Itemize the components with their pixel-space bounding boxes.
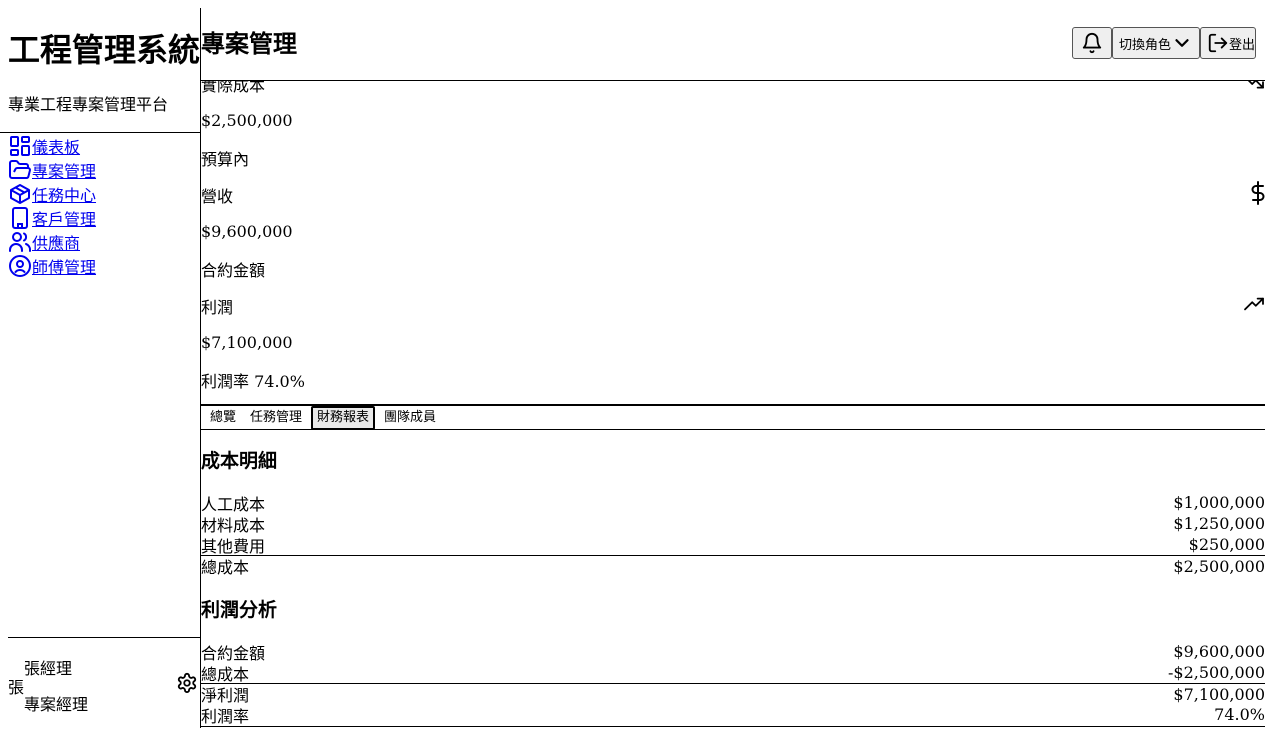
cost-row-label: 其他費用 [201, 536, 266, 556]
sidebar-item-tasks[interactable]: 任務中心 [8, 182, 96, 206]
profit-row: 總成本 -$2,500,000 [201, 662, 1265, 684]
chevron-down-icon [1175, 39, 1189, 47]
sidebar-item-label[interactable]: 任務中心 [32, 182, 96, 206]
sidebar-item-suppliers[interactable]: 供應商 [8, 230, 96, 254]
stat-note-profit: 利潤率 74.0% [201, 372, 305, 391]
bell-icon [1082, 33, 1102, 54]
sidebar: 工程管理系統 專業工程專案管理平台 儀表板 專案管理 任務中心 客戶管理 供應商… [0, 0, 201, 736]
dashboard-icon [10, 136, 30, 156]
sidebar-item-workers[interactable]: 師傅管理 [8, 254, 96, 278]
profit-margin-value: 74.0% [1214, 705, 1265, 724]
trending-up-icon [1244, 297, 1264, 311]
cost-row: 其他費用 $250,000 [201, 534, 1265, 556]
tab-finance[interactable]: 財務報表 [311, 406, 376, 430]
notifications-button[interactable] [1072, 27, 1112, 59]
logout-label: 登出 [1229, 37, 1256, 53]
stats-panel: 實際成本 $2,500,000 預算內 營收 $9,600,000 合約金額 利… [201, 81, 1265, 404]
user-name: 張經理 [24, 659, 73, 678]
stat-note-revenue: 合約金額 [201, 261, 266, 280]
header-actions: 切換角色 登出 [1072, 27, 1257, 59]
logout-button[interactable]: 登出 [1200, 27, 1257, 59]
cost-breakdown-title: 成本明細 [201, 450, 278, 472]
trending-down-icon [1247, 81, 1264, 89]
sidebar-nav: 儀表板 專案管理 任務中心 客戶管理 供應商 師傅管理 [8, 134, 96, 278]
stat-note-actual-cost: 預算內 [201, 150, 250, 169]
profit-margin-label: 利潤率 [201, 706, 250, 726]
switch-role-button[interactable]: 切換角色 [1112, 27, 1201, 59]
sidebar-footer-divider [8, 637, 201, 638]
report-bottom-divider [201, 726, 1265, 727]
tab-tasks[interactable]: 任務管理 [245, 407, 308, 429]
stat-label-revenue: 營收 [201, 187, 234, 206]
switch-role-label: 切換角色 [1119, 37, 1172, 53]
user-role: 專案經理 [24, 695, 89, 714]
app-title: 工程管理系統 [8, 31, 201, 69]
box-icon [10, 184, 30, 204]
avatar: 張 [8, 678, 25, 697]
gear-icon[interactable] [176, 672, 198, 694]
sidebar-item-label[interactable]: 專案管理 [32, 158, 96, 182]
tab-team[interactable]: 團隊成員 [379, 407, 442, 429]
stat-label-actual-cost: 實際成本 [201, 81, 266, 95]
cost-total-value: $2,500,000 [1173, 556, 1265, 576]
stat-value-actual-cost: $2,500,000 [201, 111, 293, 130]
profit-row-value: -$2,500,000 [1167, 663, 1265, 682]
logout-icon [1208, 33, 1228, 53]
cost-row-value: $1,250,000 [1173, 514, 1265, 533]
stat-value-profit: $7,100,000 [201, 333, 293, 352]
page-title: 專案管理 [201, 29, 297, 58]
cost-total-label: 總成本 [201, 558, 250, 577]
sidebar-item-dashboard[interactable]: 儀表板 [8, 134, 96, 158]
project-tabs: 總覽 任務管理 財務報表 團隊成員 [201, 406, 1265, 430]
folder-icon [9, 160, 31, 179]
user-circle-icon [9, 255, 31, 277]
stat-value-revenue: $9,600,000 [201, 222, 293, 241]
sidebar-item-label[interactable]: 師傅管理 [32, 254, 96, 278]
net-profit-row: 淨利潤 $7,100,000 [201, 683, 1265, 705]
cost-row-value: $250,000 [1188, 535, 1265, 554]
profit-margin-row: 利潤率 74.0% [201, 704, 1265, 726]
cost-row-value: $1,000,000 [1173, 493, 1265, 512]
profit-row-value: $9,600,000 [1173, 642, 1265, 661]
cost-row: 人工成本 $1,000,000 [201, 492, 1265, 514]
sidebar-item-label[interactable]: 儀表板 [32, 134, 80, 158]
app-subtitle: 專業工程專案管理平台 [8, 95, 169, 114]
net-profit-value: $7,100,000 [1173, 684, 1265, 704]
sidebar-divider [0, 132, 201, 133]
profit-analysis-title: 利潤分析 [201, 599, 278, 621]
dollar-icon [1251, 181, 1265, 205]
users-icon [9, 232, 31, 252]
sidebar-item-projects[interactable]: 專案管理 [8, 158, 96, 182]
sidebar-item-label[interactable]: 供應商 [32, 230, 80, 254]
profit-row-label: 總成本 [201, 664, 250, 684]
profit-row: 合約金額 $9,600,000 [201, 641, 1265, 663]
tabs-divider [201, 429, 1265, 430]
sidebar-item-clients[interactable]: 客戶管理 [8, 206, 96, 230]
cost-row: 材料成本 $1,250,000 [201, 513, 1265, 535]
cost-total-row: 總成本 $2,500,000 [201, 555, 1265, 577]
building-icon [12, 207, 28, 229]
stat-label-profit: 利潤 [201, 298, 234, 317]
tab-overview[interactable]: 總覽 [205, 407, 242, 429]
sidebar-item-label[interactable]: 客戶管理 [32, 206, 96, 230]
